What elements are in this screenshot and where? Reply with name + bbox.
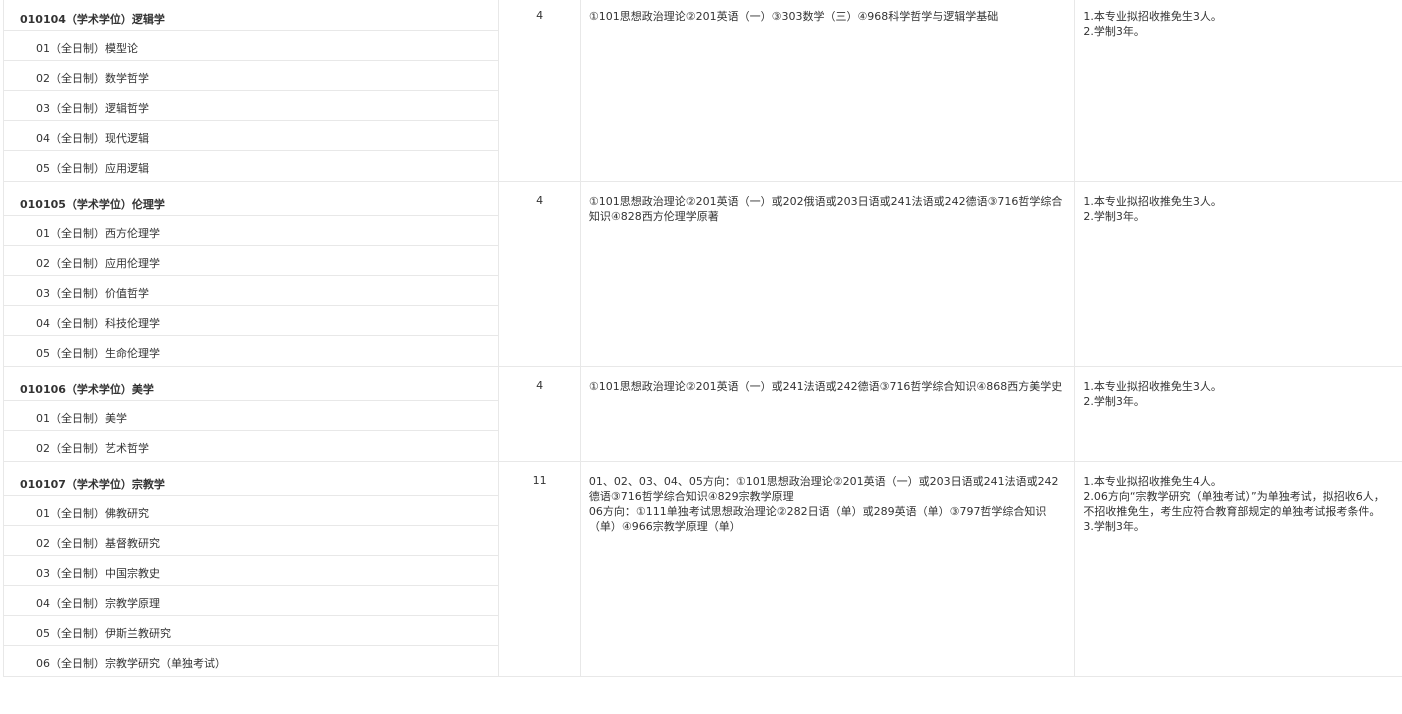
- direction-item: 03（全日制）价值哲学: [4, 276, 499, 306]
- direction-item: 01（全日制）美学: [4, 401, 499, 431]
- enrollment-count: 4: [498, 366, 581, 462]
- exam-line: 06方向：①111单独考试思想政治理论②282日语（单）或289英语（单）③79…: [588, 505, 1047, 533]
- note-line: 3.学制3年。: [1083, 520, 1145, 533]
- table-row: 010104（学术学位）逻辑学 01（全日制）模型论 02（全日制）数学哲学 0…: [2, 0, 1402, 182]
- direction-item: 02（全日制）基督教研究: [4, 526, 499, 556]
- exam-subjects: ①101思想政治理论②201英语（一）或202俄语或203日语或241法语或24…: [579, 181, 1076, 367]
- note-line: 2.学制3年。: [1083, 395, 1145, 408]
- direction-item: 01（全日制）模型论: [4, 31, 499, 61]
- direction-item: 04（全日制）现代逻辑: [4, 121, 499, 151]
- exam-line: ①101思想政治理论②201英语（一）③303数学（三）④968科学哲学与逻辑学…: [588, 10, 999, 23]
- table-row: 010105（学术学位）伦理学 01（全日制）西方伦理学 02（全日制）应用伦理…: [2, 181, 1402, 367]
- exam-line: ①101思想政治理论②201英语（一）或241法语或242德语③716哲学综合知…: [588, 380, 1063, 393]
- notes: 1.本专业拟招收推免生3人。 2.学制3年。: [1074, 366, 1402, 462]
- direction-item: 06（全日制）宗教学研究（单独考试）: [36, 657, 226, 670]
- note-line: 1.本专业拟招收推免生3人。: [1083, 10, 1222, 23]
- direction-item: 05（全日制）应用逻辑: [36, 162, 149, 175]
- exam-subjects: ①101思想政治理论②201英语（一）或241法语或242德语③716哲学综合知…: [579, 366, 1076, 462]
- note-line: 2.06方向“宗教学研究（单独考试）”为单独考试，拟招收6人，不招收推免生，考生…: [1083, 490, 1385, 518]
- direction-item: 02（全日制）应用伦理学: [4, 246, 499, 276]
- note-line: 1.本专业拟招收推免生4人。: [1083, 475, 1222, 488]
- direction-item: 03（全日制）逻辑哲学: [4, 91, 499, 121]
- major-title: 010107（学术学位）宗教学: [4, 462, 499, 496]
- major-cell: 010105（学术学位）伦理学 01（全日制）西方伦理学 02（全日制）应用伦理…: [2, 181, 500, 367]
- major-cell: 010107（学术学位）宗教学 01（全日制）佛教研究 02（全日制）基督教研究…: [2, 461, 500, 677]
- enrollment-count: 4: [498, 0, 581, 182]
- table-row: 010107（学术学位）宗教学 01（全日制）佛教研究 02（全日制）基督教研究…: [2, 461, 1402, 677]
- direction-item: 01（全日制）西方伦理学: [4, 216, 499, 246]
- notes: 1.本专业拟招收推免生4人。 2.06方向“宗教学研究（单独考试）”为单独考试，…: [1074, 461, 1402, 677]
- notes: 1.本专业拟招收推免生3人。 2.学制3年。: [1074, 181, 1402, 367]
- exam-line: ①101思想政治理论②201英语（一）或202俄语或203日语或241法语或24…: [588, 195, 1063, 223]
- note-line: 1.本专业拟招收推免生3人。: [1083, 195, 1222, 208]
- exam-line: 01、02、03、04、05方向：①101思想政治理论②201英语（一）或203…: [588, 475, 1059, 503]
- exam-subjects: ①101思想政治理论②201英语（一）③303数学（三）④968科学哲学与逻辑学…: [579, 0, 1076, 182]
- note-line: 2.学制3年。: [1083, 210, 1145, 223]
- direction-item: 05（全日制）生命伦理学: [36, 347, 160, 360]
- direction-item: 01（全日制）佛教研究: [4, 496, 499, 526]
- direction-item: 03（全日制）中国宗教史: [4, 556, 499, 586]
- direction-item: 02（全日制）数学哲学: [4, 61, 499, 91]
- exam-subjects: 01、02、03、04、05方向：①101思想政治理论②201英语（一）或203…: [579, 461, 1076, 677]
- direction-item: 02（全日制）艺术哲学: [36, 442, 149, 455]
- note-line: 1.本专业拟招收推免生3人。: [1083, 380, 1222, 393]
- major-title: 010105（学术学位）伦理学: [4, 182, 499, 216]
- major-title: 010104（学术学位）逻辑学: [4, 0, 499, 31]
- enrollment-count: 11: [498, 461, 581, 677]
- note-line: 2.学制3年。: [1083, 25, 1145, 38]
- direction-item: 04（全日制）科技伦理学: [4, 306, 499, 336]
- table-row: 010106（学术学位）美学 01（全日制）美学 02（全日制）艺术哲学 4 ①…: [2, 366, 1402, 462]
- major-cell: 010106（学术学位）美学 01（全日制）美学 02（全日制）艺术哲学: [2, 366, 500, 462]
- program-table: 010104（学术学位）逻辑学 01（全日制）模型论 02（全日制）数学哲学 0…: [2, 0, 1402, 677]
- major-title: 010106（学术学位）美学: [4, 367, 499, 401]
- direction-item: 04（全日制）宗教学原理: [4, 586, 499, 616]
- major-cell: 010104（学术学位）逻辑学 01（全日制）模型论 02（全日制）数学哲学 0…: [2, 0, 500, 182]
- direction-item: 05（全日制）伊斯兰教研究: [4, 616, 499, 646]
- enrollment-count: 4: [498, 181, 581, 367]
- notes: 1.本专业拟招收推免生3人。 2.学制3年。: [1074, 0, 1402, 182]
